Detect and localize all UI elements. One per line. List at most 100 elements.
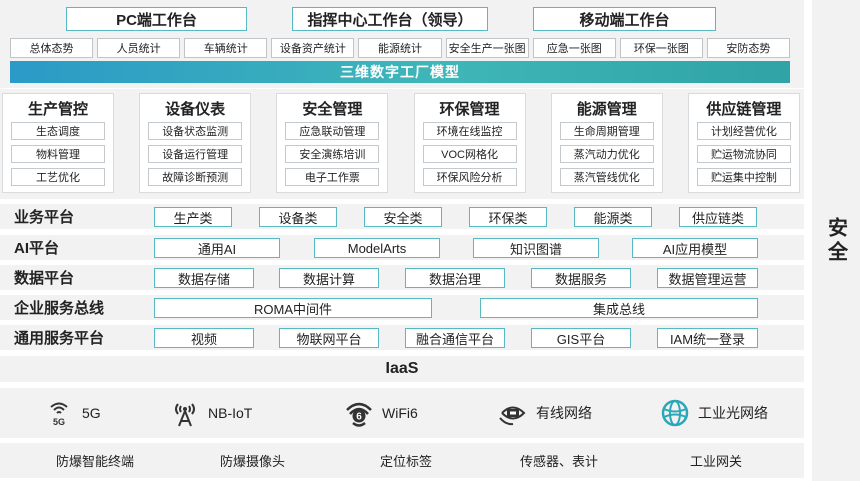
layer-title: AI平台 <box>14 240 60 257</box>
platform-item[interactable]: 通用AI <box>154 238 280 258</box>
iaas-layer: IaaS <box>0 356 804 382</box>
domain-item[interactable]: 贮运物流协同 <box>696 145 791 163</box>
domain-item[interactable]: 设备状态监测 <box>148 122 243 140</box>
tab-vehicle-stats[interactable]: 车辆统计 <box>184 38 268 58</box>
network-row: 5G 5G NB-IoT 6 WiFi6 有线网络 工业光网络 <box>0 388 804 438</box>
domain-item[interactable]: 环保风险分析 <box>422 168 517 186</box>
platform-item[interactable]: GIS平台 <box>531 328 631 348</box>
network-5g: 5G 5G <box>44 398 101 428</box>
workstation-pc[interactable]: PC端工作台 <box>66 7 247 31</box>
domain-item[interactable]: 蒸汽动力优化 <box>559 145 654 163</box>
device-explosion-proof-camera: 防爆摄像头 <box>220 454 286 469</box>
device-location-tag: 定位标签 <box>380 454 433 469</box>
domain-item[interactable]: 电子工作票 <box>285 168 380 186</box>
layer-enterprise-service-bus: 企业服务总线 ROMA中间件 集成总线 <box>0 295 804 320</box>
tab-equipment-assets[interactable]: 设备资产统计 <box>271 38 355 58</box>
domain-item[interactable]: 应急联动管理 <box>285 122 380 140</box>
domain-safety: 安全管理 应急联动管理 安全演练培训 电子工作票 <box>276 93 389 193</box>
tab-security-situation[interactable]: 安防态势 <box>706 38 790 58</box>
platform-item[interactable]: ModelArts <box>314 238 440 258</box>
domain-item[interactable]: 计划经营优化 <box>696 122 791 140</box>
domain-item[interactable]: 贮运集中控制 <box>696 168 791 186</box>
layer-business-platform: 业务平台 生产类 设备类 安全类 环保类 能源类 供应链类 <box>0 204 804 229</box>
workstation-row: PC端工作台 指挥中心工作台（领导） 移动端工作台 <box>66 7 716 31</box>
network-label: 5G <box>82 405 101 421</box>
domain-title: 生产管控 <box>27 100 88 118</box>
domain-title: 环保管理 <box>439 100 500 118</box>
domain-title: 能源管理 <box>576 100 637 118</box>
network-label: NB-IoT <box>208 405 253 421</box>
platform-item[interactable]: 融合通信平台 <box>405 328 505 348</box>
platform-item[interactable]: 数据存储 <box>154 268 254 288</box>
platform-item[interactable]: 数据服务 <box>531 268 631 288</box>
layer-title: 业务平台 <box>14 209 75 226</box>
domain-energy: 能源管理 生命周期管理 蒸汽动力优化 蒸汽管线优化 <box>550 93 663 193</box>
domain-item[interactable]: 安全演练培训 <box>285 145 380 163</box>
domain-environment: 环保管理 环境在线监控 VOC网格化 环保风险分析 <box>413 93 526 193</box>
platform-item[interactable]: 集成总线 <box>480 298 758 318</box>
optical-network-icon <box>661 399 689 427</box>
tab-overall-situation[interactable]: 总体态势 <box>10 38 94 58</box>
layer-title: 数据平台 <box>14 270 75 287</box>
platform-item[interactable]: IAM统一登录 <box>657 328 758 348</box>
domain-equipment: 设备仪表 设备状态监测 设备运行管理 故障诊断预测 <box>139 93 252 193</box>
platform-item[interactable]: 数据管理运营 <box>657 268 758 288</box>
security-label: 安全 <box>824 216 847 265</box>
domain-item[interactable]: 环境在线监控 <box>422 122 517 140</box>
tab-safety-map[interactable]: 安全生产一张图 <box>445 38 529 58</box>
tab-environment-map[interactable]: 环保一张图 <box>619 38 703 58</box>
domain-title: 安全管理 <box>302 100 363 118</box>
network-wifi6: 6 WiFi6 <box>344 398 418 428</box>
platform-item[interactable]: 知识图谱 <box>473 238 599 258</box>
domain-item[interactable]: VOC网格化 <box>422 145 517 163</box>
layer-ai-platform: AI平台 通用AI ModelArts 知识图谱 AI应用模型 <box>0 235 804 260</box>
platform-item[interactable]: 安全类 <box>364 207 442 227</box>
workstation-command-center[interactable]: 指挥中心工作台（领导） <box>292 7 488 31</box>
network-label: WiFi6 <box>382 405 418 421</box>
layer-title: 通用服务平台 <box>14 330 105 347</box>
network-label: 工业光网络 <box>698 405 768 421</box>
tab-energy-stats[interactable]: 能源统计 <box>358 38 442 58</box>
platform-item[interactable]: 物联网平台 <box>279 328 379 348</box>
digital-factory-model-bar: 三维数字工厂模型 <box>10 61 790 83</box>
domain-item[interactable]: 工艺优化 <box>11 168 105 186</box>
workstation-mobile[interactable]: 移动端工作台 <box>533 7 716 31</box>
network-nb-iot: NB-IoT <box>170 398 252 428</box>
device-industrial-gateway: 工业网关 <box>690 454 743 469</box>
domain-item[interactable]: 设备运行管理 <box>148 145 243 163</box>
platform-item[interactable]: 能源类 <box>574 207 652 227</box>
device-sensors-meters: 传感器、表计 <box>520 454 599 469</box>
device-explosion-proof-terminal: 防爆智能终端 <box>56 454 135 469</box>
platform-item[interactable]: AI应用模型 <box>632 238 758 258</box>
domain-supply-chain: 供应链管理 计划经营优化 贮运物流协同 贮运集中控制 <box>687 93 800 193</box>
domain-item[interactable]: 生命周期管理 <box>559 122 654 140</box>
network-label: 有线网络 <box>536 405 592 421</box>
platform-item[interactable]: 设备类 <box>259 207 337 227</box>
domain-item[interactable]: 故障诊断预测 <box>148 168 243 186</box>
domain-title: 设备仪表 <box>165 100 226 118</box>
platform-item[interactable]: 数据计算 <box>279 268 379 288</box>
domain-item[interactable]: 蒸汽管线优化 <box>559 168 654 186</box>
platform-item[interactable]: ROMA中间件 <box>154 298 432 318</box>
wifi6-badge: 6 <box>356 412 362 423</box>
security-column: 安全 <box>812 0 860 481</box>
domain-item[interactable]: 生态调度 <box>11 122 105 140</box>
platform-item[interactable]: 生产类 <box>154 207 232 227</box>
tab-personnel-stats[interactable]: 人员统计 <box>97 38 181 58</box>
tab-emergency-map[interactable]: 应急一张图 <box>532 38 616 58</box>
business-domains: 生产管控 生态调度 物料管理 工艺优化 设备仪表 设备状态监测 设备运行管理 故… <box>2 93 800 193</box>
network-optical: 工业光网络 <box>660 398 768 428</box>
platform-item[interactable]: 视频 <box>154 328 254 348</box>
platform-item[interactable]: 数据治理 <box>405 268 505 288</box>
architecture-stack: PC端工作台 指挥中心工作台（领导） 移动端工作台 总体态势 人员统计 车辆统计… <box>0 0 804 481</box>
5g-badge: 5G <box>53 417 65 427</box>
5g-signal-icon: 5G <box>50 402 68 427</box>
network-wired: 有线网络 <box>498 398 592 428</box>
antenna-tower-icon <box>175 403 195 427</box>
wired-network-icon <box>499 406 526 426</box>
platform-item[interactable]: 供应链类 <box>679 207 757 227</box>
layer-general-service-platform: 通用服务平台 视频 物联网平台 融合通信平台 GIS平台 IAM统一登录 <box>0 325 804 350</box>
platform-item[interactable]: 环保类 <box>469 207 547 227</box>
layer-data-platform: 数据平台 数据存储 数据计算 数据治理 数据服务 数据管理运营 <box>0 265 804 290</box>
domain-item[interactable]: 物料管理 <box>11 145 105 163</box>
